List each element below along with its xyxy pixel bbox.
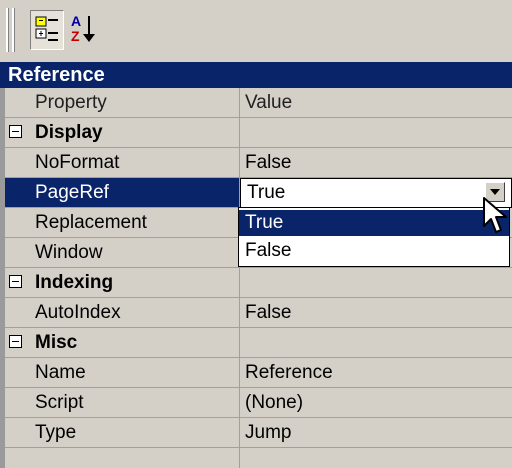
dropdown-current-value: True: [247, 182, 286, 203]
collapse-icon[interactable]: [9, 335, 22, 348]
svg-text:Z: Z: [71, 28, 80, 44]
empty-value-cell: [239, 448, 512, 468]
grid-header-row: Property Value: [5, 88, 512, 118]
dropdown-option-true[interactable]: True: [239, 210, 509, 236]
property-name-cell: Replacement: [35, 212, 147, 233]
property-row-noformat[interactable]: NoFormat False: [5, 148, 512, 178]
object-title: Reference: [0, 62, 512, 88]
property-value-cell[interactable]: Reference: [239, 358, 512, 387]
svg-text:A: A: [71, 13, 81, 29]
property-name-cell: Window: [35, 242, 103, 263]
collapse-icon[interactable]: [9, 275, 22, 288]
category-row-display[interactable]: Display: [5, 118, 512, 148]
property-value-cell[interactable]: False: [239, 298, 512, 327]
category-value-cell: [239, 118, 512, 147]
category-label: Display: [35, 122, 103, 143]
category-cell: Indexing: [5, 268, 239, 297]
dropdown-list: True False: [238, 207, 510, 267]
category-value-cell: [239, 268, 512, 297]
category-label: Misc: [35, 332, 78, 353]
category-label: Indexing: [35, 272, 114, 293]
sort-az-icon: A Z: [71, 13, 95, 44]
property-value-cell[interactable]: False: [239, 148, 512, 177]
collapse-icon[interactable]: [9, 125, 22, 138]
property-row-type[interactable]: Type Jump: [5, 418, 512, 448]
property-column-header[interactable]: Property: [5, 88, 239, 117]
property-name-cell: NoFormat: [35, 152, 120, 173]
property-row-name[interactable]: Name Reference: [5, 358, 512, 388]
property-value-cell[interactable]: (None): [239, 388, 512, 417]
property-value-cell[interactable]: Jump: [239, 418, 512, 447]
category-row-indexing[interactable]: Indexing: [5, 268, 512, 298]
empty-name-cell: [5, 448, 239, 468]
alphabetical-button[interactable]: A Z: [68, 10, 102, 50]
empty-row: [5, 448, 512, 468]
property-name-cell: AutoIndex: [35, 302, 121, 323]
toolbar-grip[interactable]: [6, 8, 9, 52]
category-cell: Misc: [5, 328, 239, 357]
property-name-cell: Type: [35, 422, 77, 443]
mouse-cursor-icon: [483, 197, 507, 233]
property-name-cell: Name: [35, 362, 86, 383]
property-row-script[interactable]: Script (None): [5, 388, 512, 418]
property-row-autoindex[interactable]: AutoIndex False: [5, 298, 512, 328]
category-value-cell: [239, 328, 512, 357]
categorized-view-icon: [35, 16, 58, 41]
toolbar-grip-2: [12, 8, 15, 52]
category-row-misc[interactable]: Misc: [5, 328, 512, 358]
toolbar: A Z: [0, 0, 512, 63]
value-dropdown[interactable]: True: [240, 178, 512, 208]
categorized-button[interactable]: [30, 10, 64, 50]
category-cell: Display: [5, 118, 239, 147]
property-grid-window: A Z Reference Property Value Display NoF…: [0, 0, 512, 468]
dropdown-option-false[interactable]: False: [239, 238, 509, 264]
value-column-header[interactable]: Value: [239, 88, 512, 117]
property-name-cell-selected: PageRef: [5, 178, 239, 207]
property-name-cell: Script: [35, 392, 84, 413]
